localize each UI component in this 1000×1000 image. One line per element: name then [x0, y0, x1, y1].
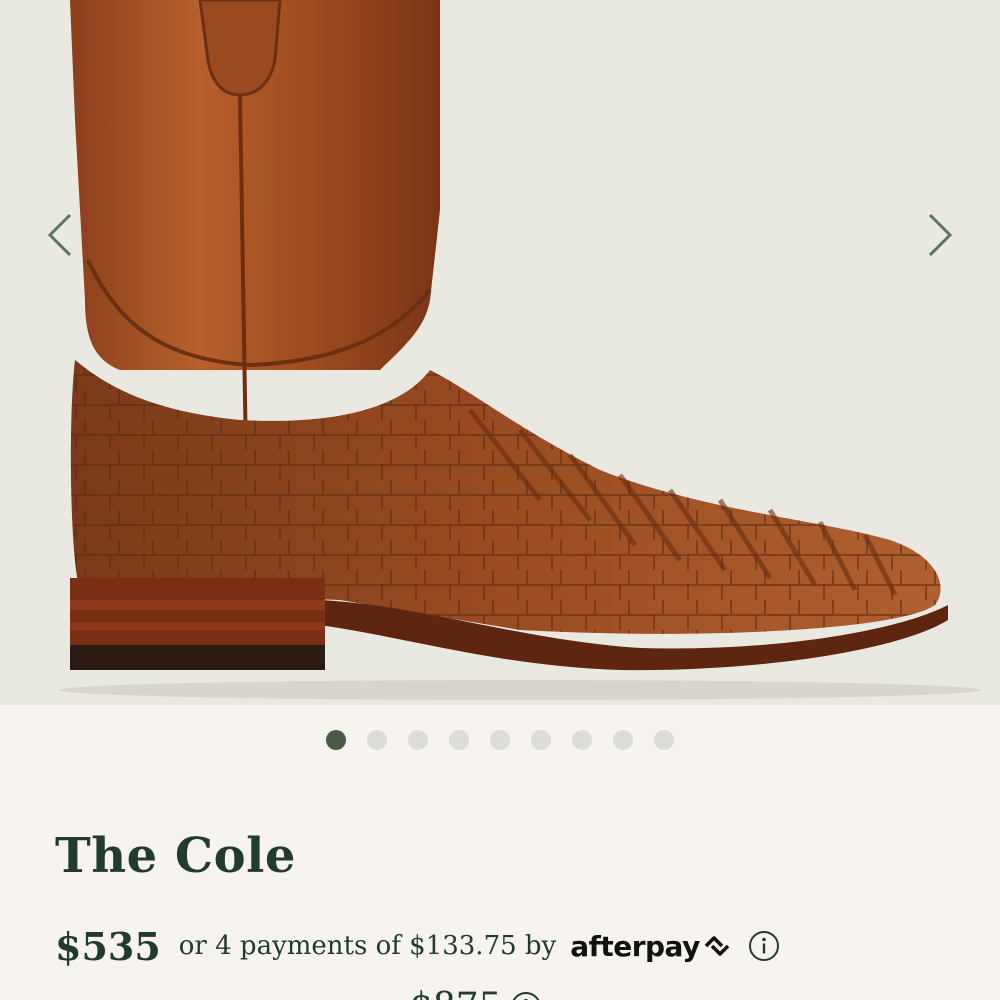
carousel-dot-8[interactable]: [613, 730, 633, 750]
afterpay-brand: afterpay: [570, 929, 700, 963]
chevron-left-icon[interactable]: [40, 205, 80, 265]
price-row: $535 or 4 payments of $133.75 by afterpa…: [55, 918, 780, 974]
carousel-dot-7[interactable]: [572, 730, 592, 750]
info-icon[interactable]: [748, 930, 780, 962]
secondary-price: $875: [410, 986, 502, 1000]
product-price: $535: [55, 923, 161, 969]
afterpay-arrows-icon: [704, 936, 730, 956]
chevron-right-icon[interactable]: [920, 205, 960, 265]
installments-text: or 4 payments of $133.75 by: [178, 931, 557, 961]
info-icon[interactable]: [510, 991, 542, 1000]
carousel-dot-5[interactable]: [490, 730, 510, 750]
carousel-dot-4[interactable]: [449, 730, 469, 750]
carousel-dots: [0, 730, 1000, 750]
carousel-dot-2[interactable]: [367, 730, 387, 750]
afterpay-logo: afterpay: [570, 930, 732, 963]
carousel-dot-3[interactable]: [408, 730, 428, 750]
product-title: The Cole: [55, 828, 296, 884]
carousel-dot-6[interactable]: [531, 730, 551, 750]
product-page: The Cole $535 or 4 payments of $133.75 b…: [0, 0, 1000, 1000]
secondary-price-row: $875: [410, 986, 542, 1000]
product-image-gallery[interactable]: [0, 0, 1000, 705]
product-image[interactable]: [0, 0, 1000, 705]
carousel-dot-9[interactable]: [654, 730, 674, 750]
carousel-dot-1[interactable]: [326, 730, 346, 750]
